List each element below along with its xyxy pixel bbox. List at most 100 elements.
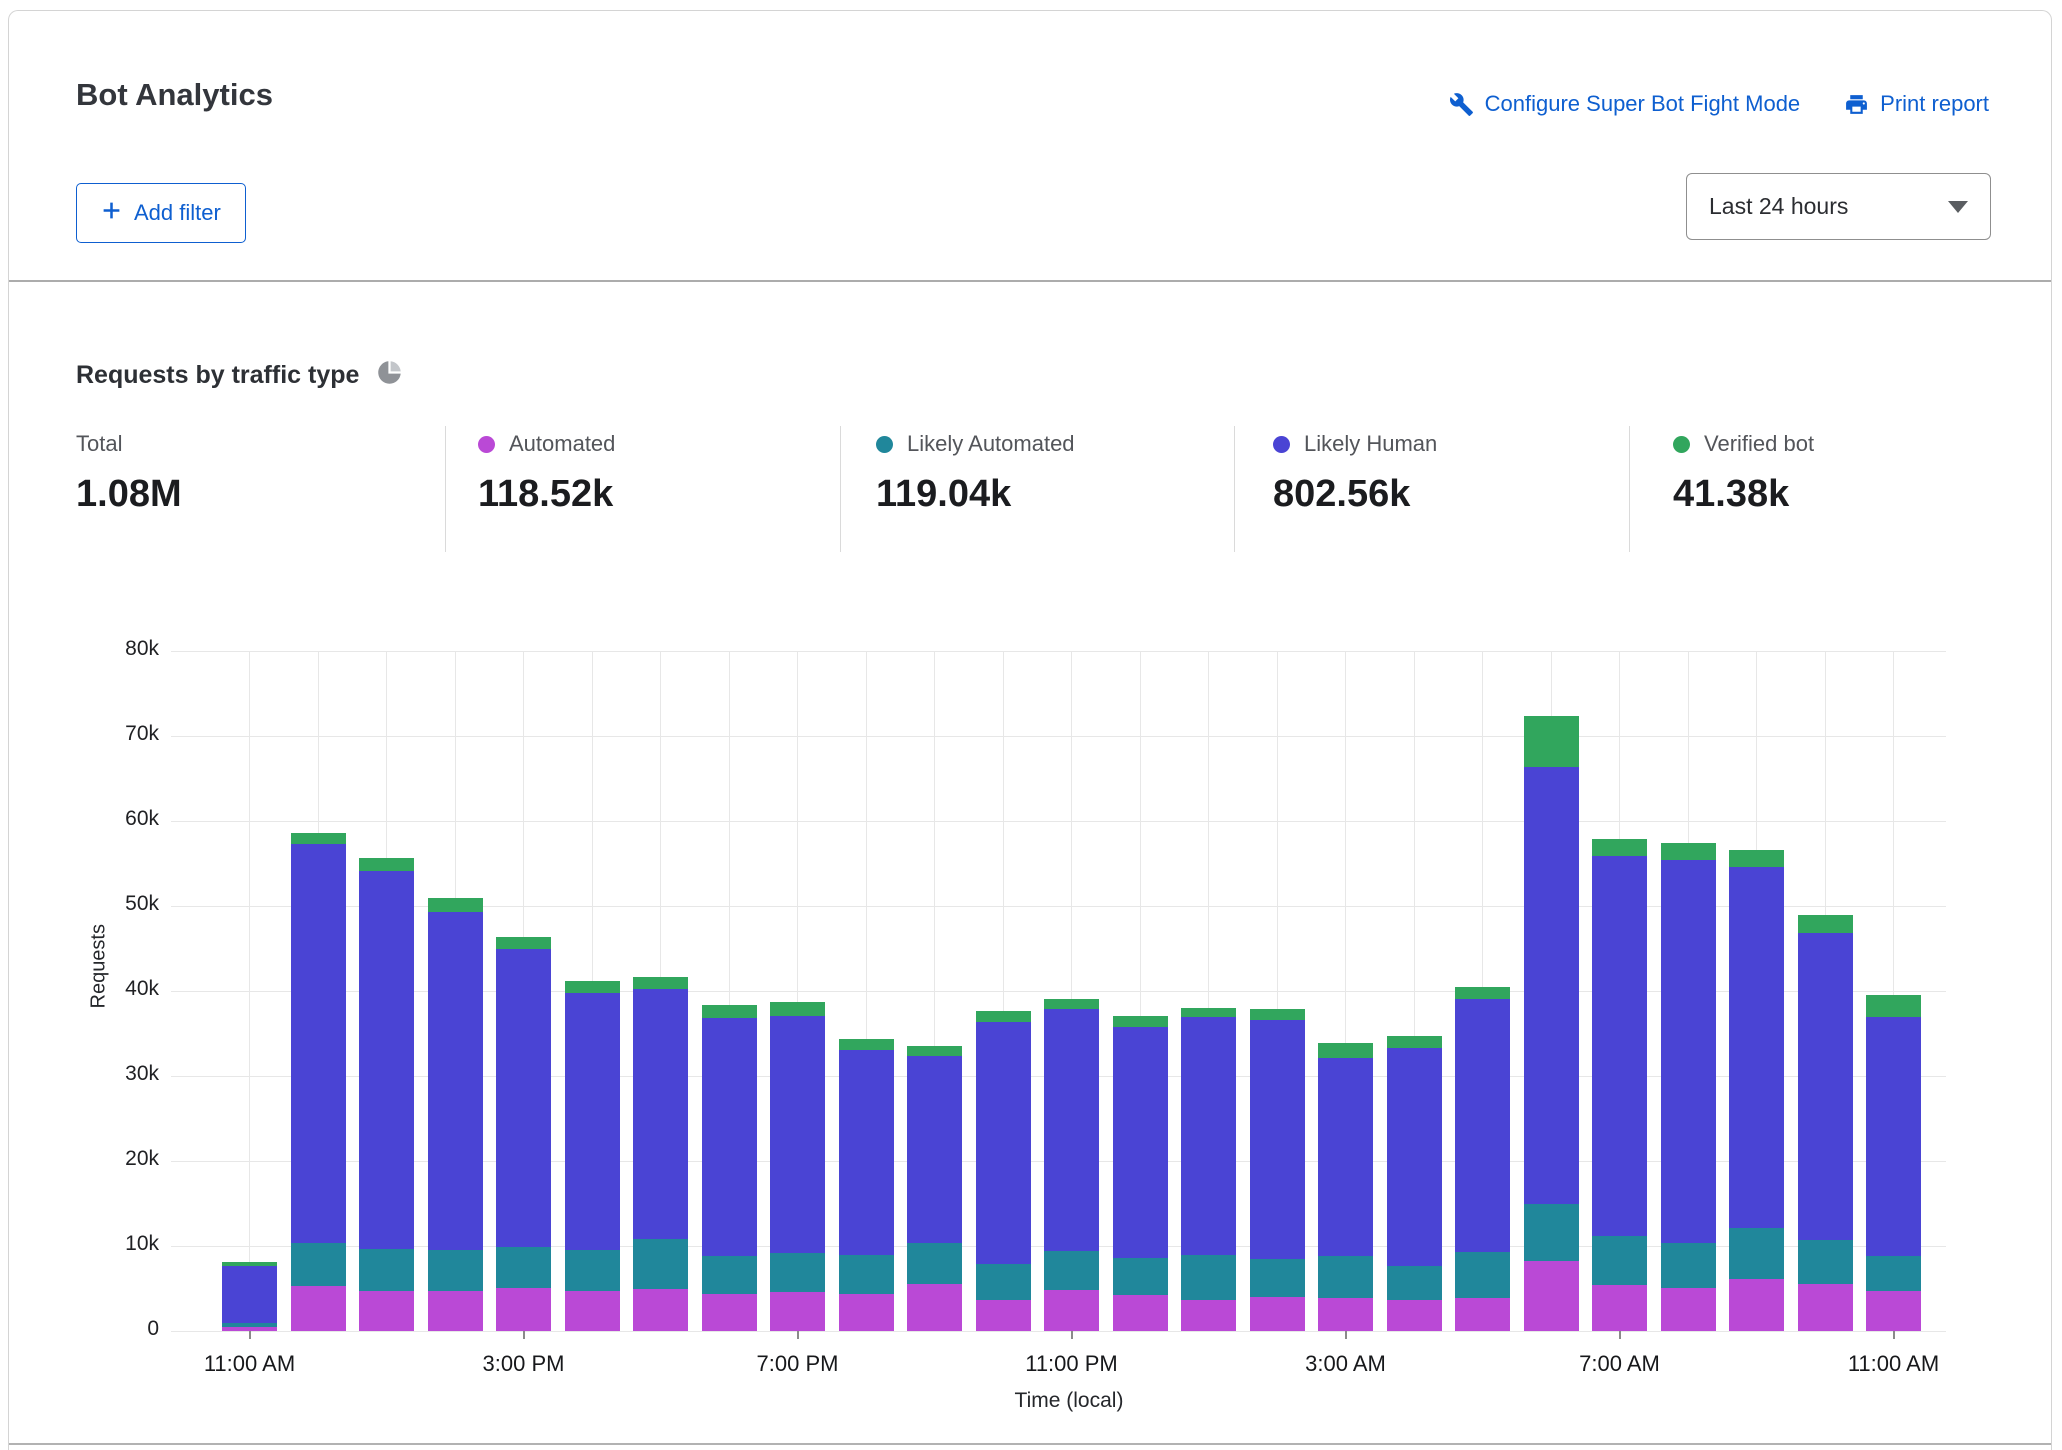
x-tick-mark: [1893, 1331, 1895, 1339]
bar-segment-likely-human: [1729, 867, 1784, 1228]
bar[interactable]: [1729, 850, 1784, 1331]
bar-segment-likely-automated: [1455, 1252, 1510, 1298]
x-tick-label: 11:00 AM: [150, 1351, 350, 1377]
bar[interactable]: [359, 858, 414, 1331]
bar-segment-likely-automated: [839, 1255, 894, 1294]
bar[interactable]: [1661, 843, 1716, 1331]
bar-segment-likely-human: [1798, 933, 1853, 1240]
bar[interactable]: [702, 1005, 757, 1331]
bar-segment-likely-automated: [976, 1264, 1031, 1301]
bar-segment-automated: [702, 1294, 757, 1331]
bar-segment-verified-bot: [907, 1046, 962, 1056]
bar[interactable]: [1524, 716, 1579, 1331]
bar[interactable]: [1798, 915, 1853, 1332]
bar-segment-verified-bot: [770, 1002, 825, 1016]
y-axis-title: Requests: [88, 949, 111, 1009]
bar[interactable]: [633, 977, 688, 1331]
bar[interactable]: [1592, 839, 1647, 1331]
bar-segment-likely-human: [428, 912, 483, 1250]
bar-segment-likely-automated: [1592, 1236, 1647, 1285]
grid-line-v: [249, 651, 250, 1331]
y-tick-label: 20k: [9, 1147, 159, 1171]
bar-segment-verified-bot: [633, 977, 688, 990]
bar-segment-automated: [770, 1292, 825, 1331]
bar-segment-likely-automated: [1044, 1251, 1099, 1290]
grid-line-h: [171, 821, 1946, 822]
bar-segment-automated: [633, 1289, 688, 1331]
x-tick-mark: [797, 1331, 799, 1339]
bar-segment-likely-automated: [1113, 1258, 1168, 1295]
bar[interactable]: [1250, 1009, 1305, 1331]
bar[interactable]: [839, 1039, 894, 1331]
bar-segment-verified-bot: [1866, 995, 1921, 1017]
bar-segment-verified-bot: [428, 898, 483, 912]
bar-segment-likely-automated: [291, 1243, 346, 1286]
bar-segment-likely-automated: [633, 1239, 688, 1289]
y-tick-label: 60k: [9, 807, 159, 831]
bar-segment-likely-human: [1592, 856, 1647, 1236]
bar-segment-likely-automated: [1387, 1266, 1442, 1299]
bar[interactable]: [496, 937, 551, 1331]
bar-segment-likely-human: [770, 1016, 825, 1253]
bar-segment-verified-bot: [565, 981, 620, 993]
bar[interactable]: [1387, 1036, 1442, 1331]
bottom-divider: [9, 1443, 2051, 1445]
bar[interactable]: [222, 1262, 277, 1331]
bar-segment-likely-human: [1661, 860, 1716, 1243]
bar[interactable]: [1318, 1043, 1373, 1331]
bar[interactable]: [1113, 1016, 1168, 1331]
bar-segment-automated: [1798, 1284, 1853, 1331]
bar-segment-automated: [1661, 1288, 1716, 1331]
bar-segment-likely-human: [1866, 1017, 1921, 1256]
y-tick-label: 80k: [9, 637, 159, 661]
bar-segment-verified-bot: [359, 858, 414, 872]
bar-segment-verified-bot: [1455, 987, 1510, 999]
bar-segment-likely-human: [1250, 1020, 1305, 1259]
bar-segment-automated: [496, 1288, 551, 1331]
bar-segment-likely-automated: [770, 1253, 825, 1292]
x-axis-title: Time (local): [959, 1389, 1179, 1413]
bar-segment-likely-human: [1524, 767, 1579, 1205]
bar-segment-automated: [1455, 1298, 1510, 1331]
bar[interactable]: [565, 981, 620, 1331]
bar-segment-verified-bot: [1729, 850, 1784, 867]
bar[interactable]: [1866, 995, 1921, 1331]
bar[interactable]: [1044, 999, 1099, 1331]
bar-segment-automated: [428, 1291, 483, 1331]
bar-segment-likely-human: [1181, 1017, 1236, 1255]
bar[interactable]: [291, 833, 346, 1331]
bar-segment-likely-automated: [496, 1247, 551, 1288]
bar-segment-verified-bot: [1181, 1008, 1236, 1017]
bar-segment-automated: [839, 1294, 894, 1331]
bar-segment-verified-bot: [702, 1005, 757, 1019]
bar-segment-likely-human: [496, 949, 551, 1247]
bar[interactable]: [1455, 987, 1510, 1331]
bar-segment-likely-human: [291, 844, 346, 1243]
bar[interactable]: [770, 1002, 825, 1331]
bar-segment-likely-automated: [1524, 1204, 1579, 1261]
bar-segment-verified-bot: [1798, 915, 1853, 934]
bar-segment-likely-automated: [907, 1243, 962, 1285]
bar[interactable]: [976, 1011, 1031, 1331]
y-tick-label: 0: [9, 1317, 159, 1341]
bar-segment-automated: [1729, 1279, 1784, 1331]
bar-segment-verified-bot: [1661, 843, 1716, 860]
bar-segment-automated: [1181, 1300, 1236, 1331]
bar-segment-likely-automated: [565, 1250, 620, 1291]
bar[interactable]: [907, 1046, 962, 1331]
bar-segment-automated: [1250, 1297, 1305, 1331]
bar[interactable]: [428, 898, 483, 1332]
bar-segment-likely-automated: [359, 1249, 414, 1291]
y-tick-label: 10k: [9, 1232, 159, 1256]
bar-segment-likely-automated: [1866, 1256, 1921, 1291]
y-tick-label: 70k: [9, 722, 159, 746]
bar-segment-likely-automated: [702, 1256, 757, 1294]
bar-segment-likely-automated: [1798, 1240, 1853, 1284]
bar-segment-likely-human: [839, 1050, 894, 1256]
bar[interactable]: [1181, 1008, 1236, 1331]
bar-segment-automated: [291, 1286, 346, 1331]
bar-segment-verified-bot: [1387, 1036, 1442, 1048]
x-tick-label: 7:00 AM: [1520, 1351, 1720, 1377]
bar-segment-automated: [907, 1284, 962, 1331]
bar-segment-automated: [1592, 1285, 1647, 1331]
